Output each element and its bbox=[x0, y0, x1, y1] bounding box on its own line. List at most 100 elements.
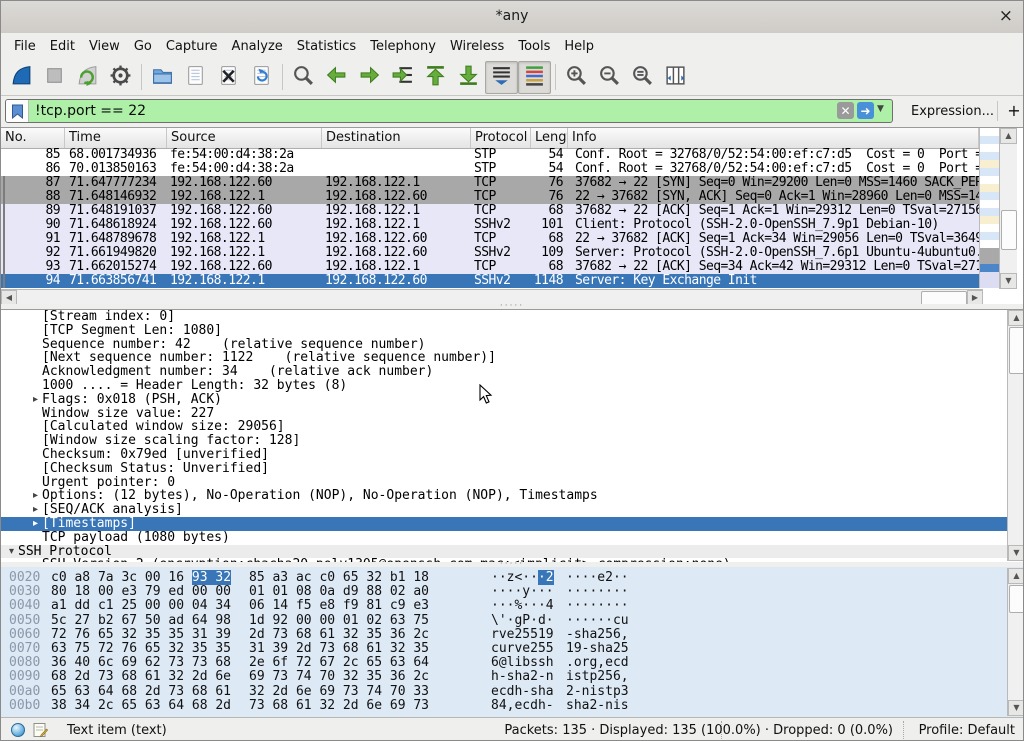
packet-row-85[interactable]: 8568.001734936fe:54:00:d4:38:2aSTP54Conf… bbox=[1, 148, 979, 162]
hex-row-0080[interactable]: 008036 40 6c 69 62 73 73 682e 6f 72 67 2… bbox=[1, 656, 1023, 670]
zoom-in-button[interactable] bbox=[560, 61, 593, 94]
packet-list-minimap[interactable] bbox=[979, 128, 1000, 288]
resize-columns-button[interactable] bbox=[659, 61, 692, 94]
packet-row-91[interactable]: 9171.648789678192.168.122.1192.168.122.6… bbox=[1, 232, 979, 246]
hex-row-0090[interactable]: 009068 2d 73 68 61 32 2d 6e69 73 74 70 3… bbox=[1, 670, 1023, 684]
menu-view[interactable]: View bbox=[84, 36, 129, 57]
menu-telephony[interactable]: Telephony bbox=[365, 36, 445, 57]
detail-line-14[interactable]: ▸[SEQ/ACK analysis] bbox=[1, 503, 1023, 517]
menu-file[interactable]: File bbox=[9, 36, 45, 57]
scrollbar-thumb[interactable] bbox=[1009, 327, 1024, 374]
status-profile[interactable]: Profile: Default bbox=[919, 723, 1015, 738]
go-to-packet-button[interactable] bbox=[386, 61, 419, 94]
menu-capture[interactable]: Capture bbox=[161, 36, 227, 57]
detail-line-8[interactable]: [Calculated window size: 29056] bbox=[1, 420, 1023, 434]
restart-capture-button[interactable] bbox=[71, 61, 104, 94]
zoom-out-button[interactable] bbox=[593, 61, 626, 94]
scrollbar-thumb[interactable] bbox=[1009, 585, 1024, 613]
details-vscrollbar[interactable]: ▲ ▼ bbox=[1007, 310, 1024, 561]
column-header-destination[interactable]: Destination bbox=[322, 128, 471, 148]
hex-row-0040[interactable]: 0040a1 dd c1 25 00 00 04 3406 14 f5 e8 f… bbox=[1, 599, 1023, 613]
filter-add-button[interactable]: + bbox=[1005, 101, 1023, 120]
menu-help[interactable]: Help bbox=[559, 36, 603, 57]
detail-line-1[interactable]: [TCP Segment Len: 1080] bbox=[1, 324, 1023, 338]
packet-row-87[interactable]: 8771.647777234192.168.122.60192.168.122.… bbox=[1, 176, 979, 190]
go-forward-button[interactable] bbox=[353, 61, 386, 94]
close-icon[interactable]: × bbox=[999, 6, 1013, 26]
go-first-button[interactable] bbox=[419, 61, 452, 94]
zoom-original-button[interactable] bbox=[626, 61, 659, 94]
filter-apply-button[interactable]: ➜ bbox=[857, 102, 874, 119]
menu-edit[interactable]: Edit bbox=[45, 36, 84, 57]
scrollbar-thumb[interactable] bbox=[1001, 210, 1017, 250]
hex-row-0070[interactable]: 007063 75 72 76 65 32 35 3531 39 2d 73 6… bbox=[1, 642, 1023, 656]
detail-line-13[interactable]: ▸Options: (12 bytes), No-Operation (NOP)… bbox=[1, 489, 1023, 503]
bytes-vscrollbar[interactable]: ▲ ▼ bbox=[1007, 568, 1024, 716]
hex-row-0060[interactable]: 006072 76 65 32 35 35 31 392d 73 68 61 3… bbox=[1, 628, 1023, 642]
scroll-down-icon[interactable]: ▼ bbox=[1000, 273, 1017, 289]
packet-list-vscrollbar[interactable]: ▲ ▼ bbox=[999, 128, 1017, 289]
save-file-button[interactable] bbox=[179, 61, 212, 94]
hex-row-0020[interactable]: 0020c0 a8 7a 3c 00 16 93 3285 a3 ac c0 6… bbox=[1, 571, 1023, 585]
menu-tools[interactable]: Tools bbox=[513, 36, 559, 57]
packet-row-86[interactable]: 8670.013850163fe:54:00:d4:38:2aSTP54Conf… bbox=[1, 162, 979, 176]
detail-line-15[interactable]: ▸[Timestamps] bbox=[1, 517, 1023, 531]
menu-analyze[interactable]: Analyze bbox=[227, 36, 292, 57]
detail-line-7[interactable]: Window size value: 227 bbox=[1, 407, 1023, 421]
detail-line-16[interactable]: TCP payload (1080 bytes) bbox=[1, 531, 1023, 545]
packet-row-89[interactable]: 8971.648191037192.168.122.60192.168.122.… bbox=[1, 204, 979, 218]
expander-icon[interactable]: ▸ bbox=[29, 517, 42, 531]
menu-go[interactable]: Go bbox=[129, 36, 161, 57]
detail-line-9[interactable]: [Window size scaling factor: 128] bbox=[1, 434, 1023, 448]
column-header-time[interactable]: Time bbox=[65, 128, 167, 148]
expander-icon[interactable]: ▸ bbox=[29, 393, 42, 407]
expander-icon[interactable]: ▸ bbox=[29, 489, 42, 503]
capture-options-button[interactable] bbox=[104, 61, 137, 94]
packet-row-94[interactable]: 9471.663856741192.168.122.1192.168.122.6… bbox=[1, 274, 979, 288]
packet-row-88[interactable]: 8871.648146932192.168.122.1192.168.122.6… bbox=[1, 190, 979, 204]
expander-icon[interactable]: ▾ bbox=[5, 545, 18, 559]
scroll-down-icon[interactable]: ▼ bbox=[1008, 700, 1024, 716]
hex-row-0050[interactable]: 00505c 27 b2 67 50 ad 64 981d 92 00 00 0… bbox=[1, 614, 1023, 628]
hex-row-0030[interactable]: 003080 18 00 e3 79 ed 00 0001 01 08 0a d… bbox=[1, 585, 1023, 599]
display-filter-input[interactable]: !tcp.port == 22 bbox=[5, 99, 893, 123]
expression-button[interactable]: Expression... bbox=[911, 104, 994, 119]
detail-line-6[interactable]: ▸Flags: 0x018 (PSH, ACK) bbox=[1, 393, 1023, 407]
reload-file-button[interactable] bbox=[245, 61, 278, 94]
column-header-source[interactable]: Source bbox=[167, 128, 322, 148]
detail-line-3[interactable]: [Next sequence number: 1122 (relative se… bbox=[1, 351, 1023, 365]
go-back-button[interactable] bbox=[320, 61, 353, 94]
title-bar[interactable]: *any × bbox=[1, 1, 1023, 34]
close-file-button[interactable] bbox=[212, 61, 245, 94]
column-header-no[interactable]: No. bbox=[1, 128, 65, 148]
filter-dropdown-icon[interactable]: ▼ bbox=[877, 104, 884, 114]
scroll-up-icon[interactable]: ▲ bbox=[1000, 128, 1017, 144]
hex-row-00b0[interactable]: 00b038 34 2c 65 63 64 68 2d73 68 61 32 2… bbox=[1, 699, 1023, 713]
find-packet-button[interactable] bbox=[287, 61, 320, 94]
packet-row-93[interactable]: 9371.662015274192.168.122.60192.168.122.… bbox=[1, 260, 979, 274]
expert-info-icon[interactable] bbox=[11, 723, 25, 737]
detail-line-12[interactable]: Urgent pointer: 0 bbox=[1, 476, 1023, 490]
start-capture-button[interactable] bbox=[5, 61, 38, 94]
go-last-button[interactable] bbox=[452, 61, 485, 94]
auto-scroll-button[interactable] bbox=[485, 61, 518, 94]
column-header-length[interactable]: Length bbox=[531, 128, 568, 148]
open-file-button[interactable] bbox=[146, 61, 179, 94]
hex-row-00a0[interactable]: 00a065 63 64 68 2d 73 68 6132 2d 6e 69 7… bbox=[1, 685, 1023, 699]
expander-icon[interactable]: ▸ bbox=[29, 503, 42, 517]
filter-bookmark-icon[interactable] bbox=[6, 100, 29, 122]
column-header-info[interactable]: Info bbox=[568, 128, 979, 148]
colorize-button[interactable] bbox=[518, 61, 551, 94]
filter-clear-button[interactable]: ✕ bbox=[837, 102, 854, 119]
column-header-protocol[interactable]: Protocol bbox=[471, 128, 531, 148]
packet-row-90[interactable]: 9071.648618924192.168.122.60192.168.122.… bbox=[1, 218, 979, 232]
scroll-down-icon[interactable]: ▼ bbox=[1008, 545, 1024, 561]
detail-line-0[interactable]: [Stream index: 0] bbox=[1, 310, 1023, 324]
capture-comment-icon[interactable] bbox=[33, 722, 48, 741]
stop-capture-button[interactable] bbox=[38, 61, 71, 94]
packet-row-92[interactable]: 9271.661949820192.168.122.1192.168.122.6… bbox=[1, 246, 979, 260]
detail-line-11[interactable]: [Checksum Status: Unverified] bbox=[1, 462, 1023, 476]
menu-statistics[interactable]: Statistics bbox=[292, 36, 365, 57]
detail-line-4[interactable]: Acknowledgment number: 34 (relative ack … bbox=[1, 365, 1023, 379]
scroll-up-icon[interactable]: ▲ bbox=[1008, 310, 1024, 326]
